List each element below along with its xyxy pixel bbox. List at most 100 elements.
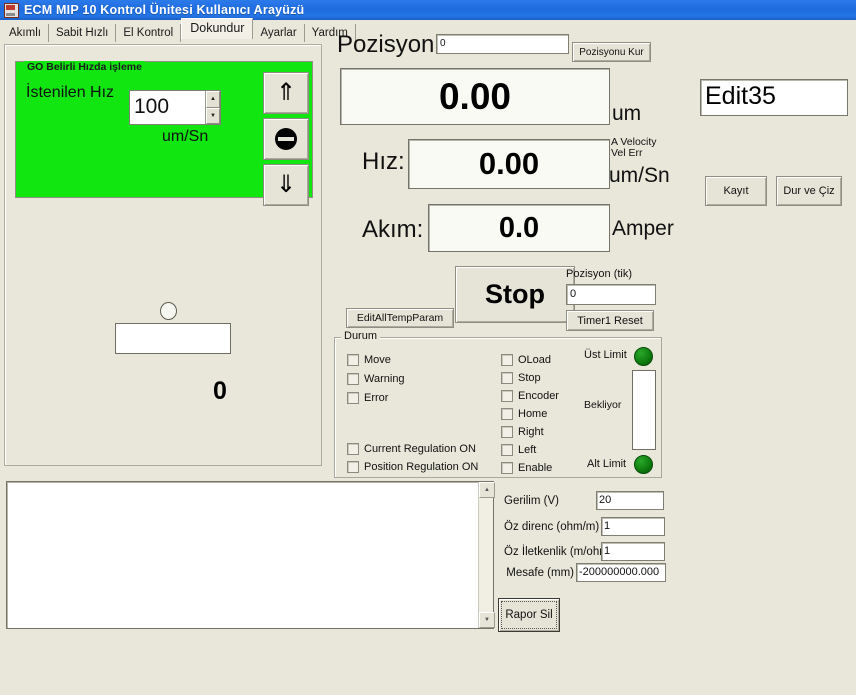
checkbox-left[interactable]: Left	[501, 444, 536, 456]
distance-label: Mesafe (mm)	[506, 567, 574, 579]
checkbox-box-icon	[347, 373, 359, 385]
checkbox-box-icon	[501, 372, 513, 384]
desired-speed-stepper[interactable]: 100 ▲ ▼	[129, 90, 221, 125]
clear-report-button[interactable]: Rapor Sil	[498, 598, 560, 632]
stepper-up-icon[interactable]: ▲	[206, 91, 220, 108]
no-entry-icon	[275, 128, 297, 150]
checkbox-oload[interactable]: OLoad	[501, 354, 551, 366]
left-zero-label: 0	[213, 377, 227, 405]
desired-speed-value[interactable]: 100	[130, 91, 205, 124]
down-arrow-button[interactable]: ⇓	[263, 164, 309, 206]
up-arrow-button[interactable]: ⇑	[263, 72, 309, 114]
checkbox-label: Home	[518, 408, 548, 420]
distance-input[interactable]: -200000000.000	[576, 563, 666, 582]
current-display: 0.0	[428, 204, 610, 252]
checkbox-box-icon	[347, 354, 359, 366]
left-value-box[interactable]	[115, 323, 231, 354]
resistivity-input[interactable]: 1	[601, 517, 665, 536]
speed-display: 0.00	[408, 139, 610, 189]
tab-akimli[interactable]: Akımlı	[2, 24, 49, 42]
position-tick-label: Pozisyon (tik)	[566, 268, 633, 280]
window-title: ECM MIP 10 Kontrol Ünitesi Kullanıcı Ara…	[24, 3, 305, 17]
conductivity-label: Öz İletkenlik (m/ohm)	[504, 546, 613, 558]
speed-group-legend: GO Belirli Hızda işleme	[24, 61, 145, 73]
current-unit-label: Amper	[612, 217, 674, 240]
edit35-field[interactable]: Edit35	[700, 79, 848, 116]
tab-ayarlar[interactable]: Ayarlar	[253, 24, 305, 42]
title-bar: ECM MIP 10 Kontrol Ünitesi Kullanıcı Ara…	[0, 0, 856, 20]
tab-sabit-hizli[interactable]: Sabit Hızlı	[48, 24, 117, 42]
checkbox-encoder[interactable]: Encoder	[501, 390, 559, 402]
checkbox-box-icon	[501, 408, 513, 420]
checkbox-box-icon	[501, 462, 513, 474]
position-label: Pozisyon:	[337, 31, 442, 58]
checkbox-label: Right	[518, 426, 544, 438]
checkbox-label: Enable	[518, 462, 553, 474]
checkbox-label: Encoder	[518, 390, 559, 402]
checkbox-box-icon	[501, 354, 513, 366]
checkbox-label: OLoad	[518, 354, 552, 366]
tab-dokundur[interactable]: Dokundur	[181, 18, 254, 39]
speed-unit-label: um/Sn	[162, 128, 209, 145]
checkbox-label: Current Regulation ON	[364, 443, 476, 455]
stop-button[interactable]: Stop	[455, 266, 575, 323]
set-position-button[interactable]: Pozisyonu Kur	[572, 42, 651, 62]
upper-limit-label: Üst Limit	[584, 349, 627, 361]
report-scrollbar[interactable]: ▲ ▼	[478, 482, 495, 628]
desired-speed-label: İstenilen Hız	[26, 84, 115, 101]
report-textarea[interactable]: ▲ ▼	[6, 481, 495, 629]
checkbox-box-icon	[501, 426, 513, 438]
speed-group-box: GO Belirli Hızda işleme İstenilen Hız 10…	[15, 61, 313, 206]
checkbox-right[interactable]: Right	[501, 426, 544, 438]
edit-all-temp-param-button[interactable]: EditAllTempParam	[346, 308, 454, 328]
checkbox-label: Move	[364, 354, 391, 366]
checkbox-label: Stop	[518, 372, 541, 384]
checkbox-home[interactable]: Home	[501, 408, 547, 420]
stepper-down-icon[interactable]: ▼	[206, 107, 220, 124]
checkbox-label: Left	[518, 444, 537, 456]
status-group-legend: Durum	[341, 330, 381, 342]
save-button[interactable]: Kayıt	[705, 176, 767, 206]
checkbox-position-regulation-on[interactable]: Position Regulation ON	[347, 461, 478, 473]
resistivity-label: Öz direnc (ohm/m)	[504, 521, 600, 533]
position-display: 0.00	[340, 68, 610, 125]
checkbox-box-icon	[501, 444, 513, 456]
position-unit-label: um	[612, 102, 642, 125]
checkbox-move[interactable]: Move	[347, 354, 391, 366]
lower-limit-label: Alt Limit	[587, 458, 627, 470]
checkbox-stop[interactable]: Stop	[501, 372, 541, 384]
scroll-up-icon[interactable]: ▲	[479, 482, 495, 498]
speed-label: Hız:	[362, 148, 405, 175]
timer1-reset-button[interactable]: Timer1 Reset	[566, 310, 654, 331]
up-arrow-icon: ⇑	[275, 79, 297, 106]
checkbox-warning[interactable]: Warning	[347, 373, 405, 385]
down-arrow-icon: ⇓	[275, 171, 297, 198]
left-panel: GO Belirli Hızda işleme İstenilen Hız 10…	[4, 44, 322, 466]
voltage-input[interactable]: 20	[596, 491, 664, 510]
waiting-label: Bekliyor	[584, 399, 622, 411]
checkbox-box-icon	[347, 443, 359, 455]
no-entry-button[interactable]	[263, 118, 309, 160]
waiting-indicator-box	[632, 370, 656, 450]
stop-and-draw-button[interactable]: Dur ve Çiz	[776, 176, 842, 206]
voltage-label: Gerilim (V)	[504, 495, 559, 507]
direction-button-column: ⇑ ⇓	[263, 72, 309, 210]
app-icon	[4, 2, 19, 18]
tab-el-kontrol[interactable]: El Kontrol	[116, 24, 182, 42]
checkbox-box-icon	[347, 461, 359, 473]
application-window: ECM MIP 10 Kontrol Ünitesi Kullanıcı Ara…	[0, 0, 856, 695]
checkbox-label: Warning	[364, 373, 405, 385]
position-tick-input[interactable]: 0	[566, 284, 656, 305]
checkbox-current-regulation-on[interactable]: Current Regulation ON	[347, 443, 476, 455]
position-input[interactable]: 0	[436, 34, 569, 54]
indicator-circle	[160, 302, 177, 320]
scroll-down-icon[interactable]: ▼	[479, 612, 495, 628]
checkbox-enable[interactable]: Enable	[501, 462, 552, 474]
checkbox-error[interactable]: Error	[347, 392, 388, 404]
current-label: Akım:	[362, 216, 424, 243]
checkbox-box-icon	[347, 392, 359, 404]
checkbox-label: Position Regulation ON	[364, 461, 479, 473]
lower-limit-led	[634, 455, 653, 474]
checkbox-box-icon	[501, 390, 513, 402]
conductivity-input[interactable]: 1	[601, 542, 665, 561]
